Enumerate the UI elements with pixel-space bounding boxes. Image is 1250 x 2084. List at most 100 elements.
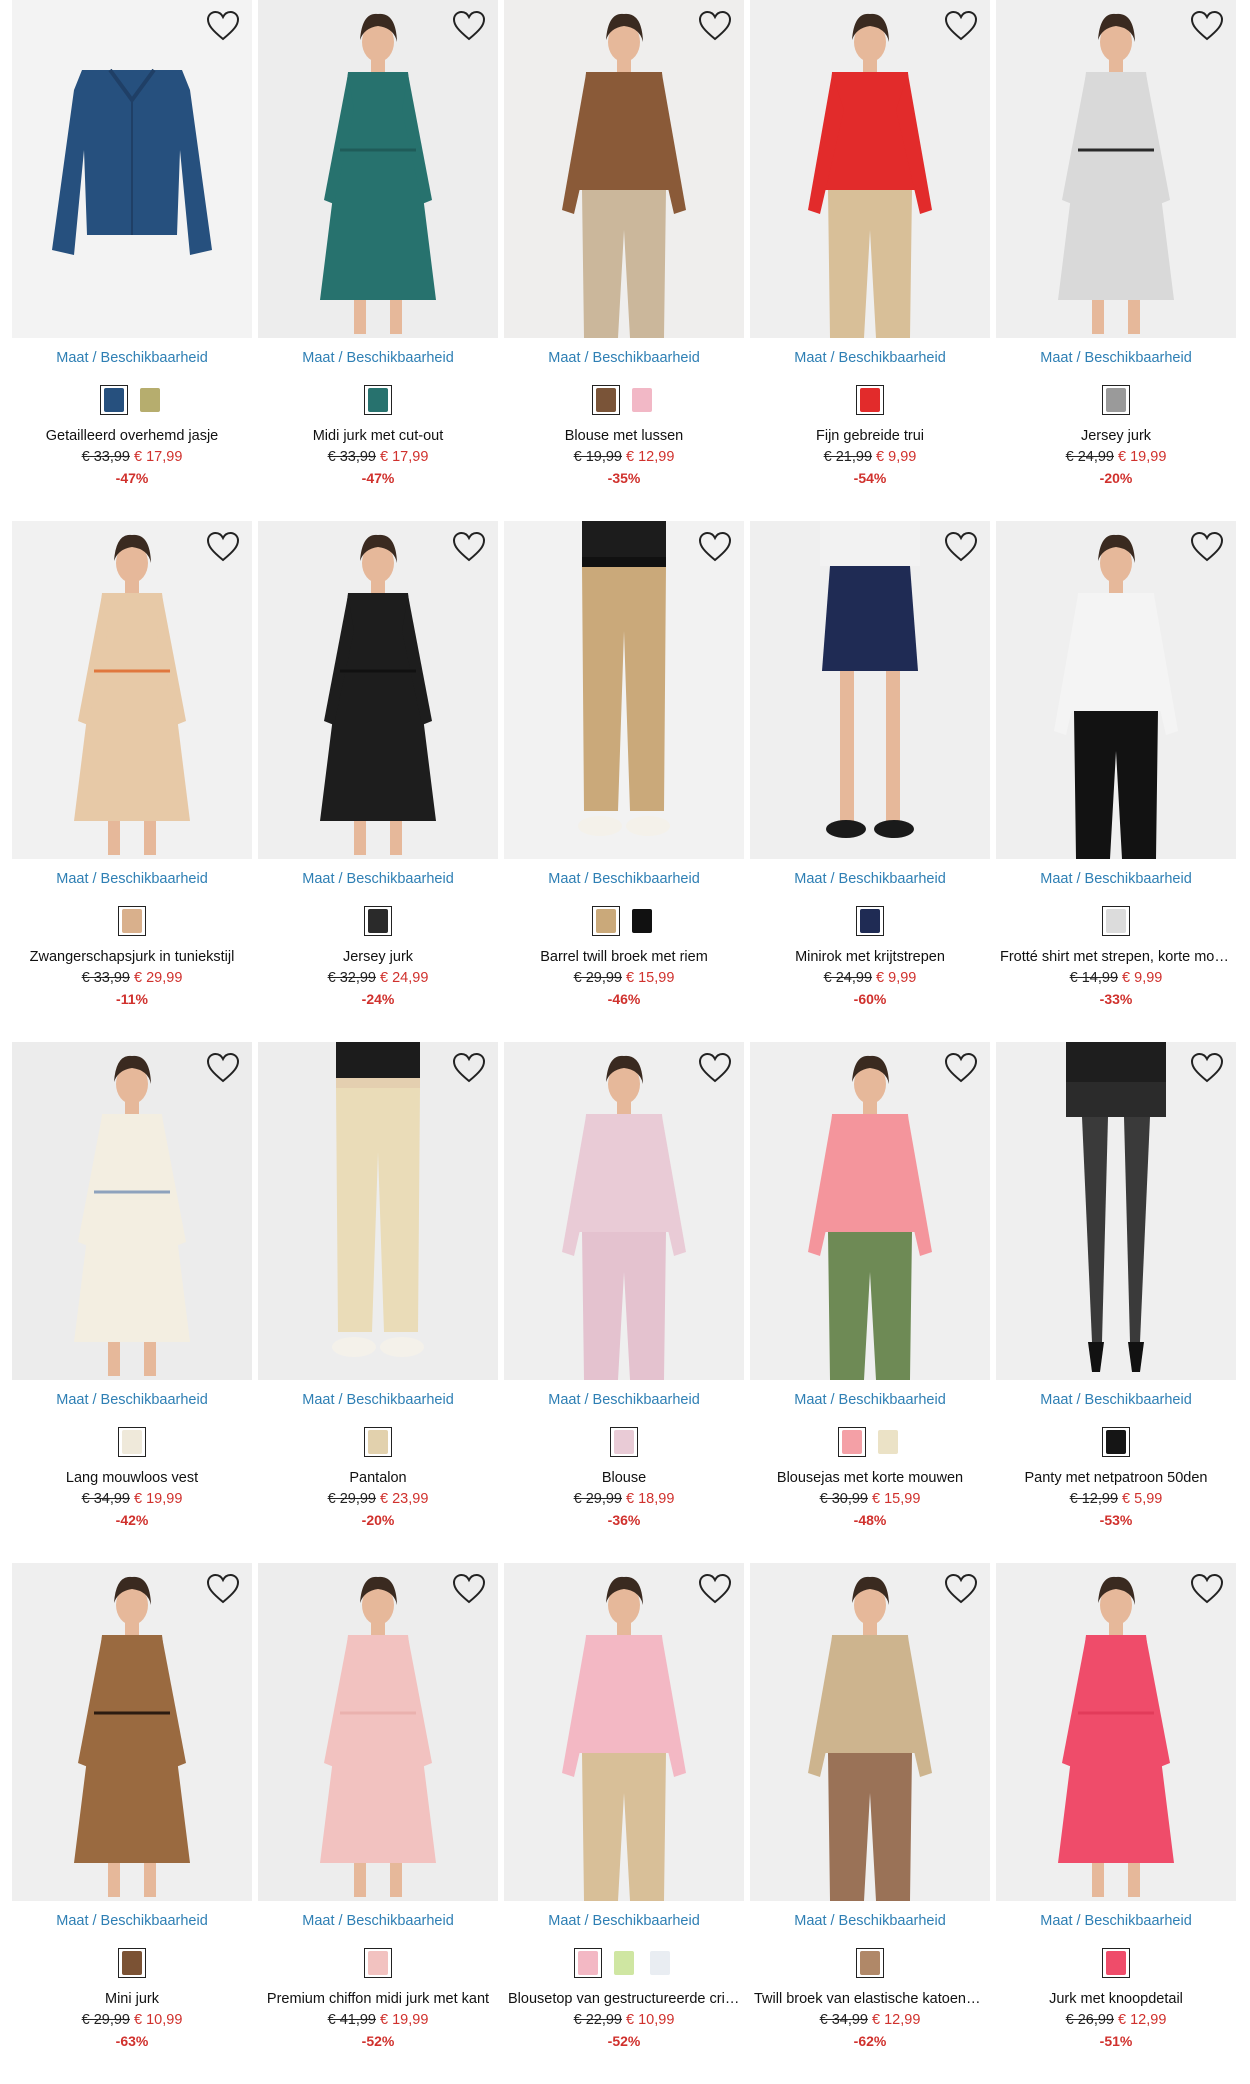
color-swatch[interactable] — [136, 385, 164, 415]
product-image[interactable] — [504, 1042, 744, 1380]
size-availability-link[interactable]: Maat / Beschikbaarheid — [258, 870, 498, 888]
product-card[interactable]: Maat / Beschikbaarheid Midi jurk met cut-… — [258, 0, 498, 521]
product-card[interactable]: Maat / Beschikbaarheid Blouse met lussen €… — [504, 0, 744, 521]
product-image[interactable] — [750, 521, 990, 859]
product-card[interactable]: Maat / Beschikbaarheid Frotté shirt met s… — [996, 521, 1236, 1042]
product-title[interactable]: Minirok met krijtstrepen — [750, 948, 990, 966]
size-availability-link[interactable]: Maat / Beschikbaarheid — [504, 1912, 744, 1930]
product-card[interactable]: Maat / Beschikbaarheid Pantalon € 29,99 € 2… — [258, 1042, 498, 1563]
color-swatch[interactable] — [574, 1948, 602, 1978]
product-title[interactable]: Jersey jurk — [258, 948, 498, 966]
product-image[interactable] — [258, 1042, 498, 1380]
wishlist-heart-icon[interactable] — [698, 10, 732, 42]
product-image[interactable] — [996, 521, 1236, 859]
product-image[interactable] — [258, 1563, 498, 1901]
size-availability-link[interactable]: Maat / Beschikbaarheid — [12, 1912, 252, 1930]
color-swatch[interactable] — [118, 1427, 146, 1457]
color-swatch[interactable] — [364, 1427, 392, 1457]
product-image[interactable] — [996, 0, 1236, 338]
color-swatch[interactable] — [856, 385, 884, 415]
product-card[interactable]: Maat / Beschikbaarheid Jurk met knoopdeta… — [996, 1563, 1236, 2084]
product-image[interactable] — [750, 1563, 990, 1901]
size-availability-link[interactable]: Maat / Beschikbaarheid — [258, 1912, 498, 1930]
wishlist-heart-icon[interactable] — [1190, 1052, 1224, 1084]
color-swatch[interactable] — [1102, 1427, 1130, 1457]
product-card[interactable]: Maat / Beschikbaarheid Fijn gebreide trui… — [750, 0, 990, 521]
wishlist-heart-icon[interactable] — [206, 1573, 240, 1605]
color-swatch[interactable] — [592, 385, 620, 415]
size-availability-link[interactable]: Maat / Beschikbaarheid — [504, 349, 744, 367]
product-image[interactable] — [258, 521, 498, 859]
product-title[interactable]: Blouse met lussen — [504, 427, 744, 445]
wishlist-heart-icon[interactable] — [206, 531, 240, 563]
color-swatch[interactable] — [1102, 906, 1130, 936]
product-title[interactable]: Fijn gebreide trui — [750, 427, 990, 445]
color-swatch[interactable] — [874, 1427, 902, 1457]
color-swatch[interactable] — [628, 385, 656, 415]
product-image[interactable] — [12, 521, 252, 859]
wishlist-heart-icon[interactable] — [452, 1573, 486, 1605]
product-image[interactable] — [504, 521, 744, 859]
product-title[interactable]: Twill broek van elastische katoenmix — [750, 1990, 990, 2008]
wishlist-heart-icon[interactable] — [944, 10, 978, 42]
product-title[interactable]: Mini jurk — [12, 1990, 252, 2008]
product-card[interactable]: Maat / Beschikbaarheid Blouse € 29,99 € 18,… — [504, 1042, 744, 1563]
color-swatch[interactable] — [1102, 1948, 1130, 1978]
product-title[interactable]: Jurk met knoopdetail — [996, 1990, 1236, 2008]
product-image[interactable] — [12, 1042, 252, 1380]
product-title[interactable]: Zwangerschapsjurk in tuniekstijl — [12, 948, 252, 966]
product-card[interactable]: Maat / Beschikbaarheid Blousetop van gest… — [504, 1563, 744, 2084]
product-image[interactable] — [504, 1563, 744, 1901]
color-swatch[interactable] — [628, 906, 656, 936]
product-title[interactable]: Blouse — [504, 1469, 744, 1487]
wishlist-heart-icon[interactable] — [698, 531, 732, 563]
size-availability-link[interactable]: Maat / Beschikbaarheid — [12, 1391, 252, 1409]
color-swatch[interactable] — [100, 385, 128, 415]
size-availability-link[interactable]: Maat / Beschikbaarheid — [504, 1391, 744, 1409]
product-image[interactable] — [750, 0, 990, 338]
size-availability-link[interactable]: Maat / Beschikbaarheid — [750, 349, 990, 367]
color-swatch[interactable] — [1102, 385, 1130, 415]
product-card[interactable]: Maat / Beschikbaarheid Zwangerschapsjurk … — [12, 521, 252, 1042]
size-availability-link[interactable]: Maat / Beschikbaarheid — [258, 349, 498, 367]
product-image[interactable] — [750, 1042, 990, 1380]
color-swatch[interactable] — [592, 906, 620, 936]
product-card[interactable]: Maat / Beschikbaarheid Getailleerd overhe… — [12, 0, 252, 521]
color-swatch[interactable] — [610, 1948, 638, 1978]
product-title[interactable]: Pantalon — [258, 1469, 498, 1487]
size-availability-link[interactable]: Maat / Beschikbaarheid — [996, 1391, 1236, 1409]
product-title[interactable]: Jersey jurk — [996, 427, 1236, 445]
color-swatch[interactable] — [838, 1427, 866, 1457]
wishlist-heart-icon[interactable] — [698, 1052, 732, 1084]
size-availability-link[interactable]: Maat / Beschikbaarheid — [258, 1391, 498, 1409]
wishlist-heart-icon[interactable] — [698, 1573, 732, 1605]
size-availability-link[interactable]: Maat / Beschikbaarheid — [996, 349, 1236, 367]
product-title[interactable]: Blousetop van gestructureerde crinkle — [504, 1990, 744, 2008]
product-card[interactable]: Maat / Beschikbaarheid Premium chiffon mi… — [258, 1563, 498, 2084]
wishlist-heart-icon[interactable] — [206, 1052, 240, 1084]
wishlist-heart-icon[interactable] — [206, 10, 240, 42]
size-availability-link[interactable]: Maat / Beschikbaarheid — [750, 1391, 990, 1409]
product-image[interactable] — [12, 0, 252, 338]
product-title[interactable]: Premium chiffon midi jurk met kant — [258, 1990, 498, 2008]
wishlist-heart-icon[interactable] — [1190, 1573, 1224, 1605]
product-card[interactable]: Maat / Beschikbaarheid Mini jurk € 29,99 € … — [12, 1563, 252, 2084]
product-image[interactable] — [504, 0, 744, 338]
product-image[interactable] — [12, 1563, 252, 1901]
color-swatch[interactable] — [646, 1948, 674, 1978]
wishlist-heart-icon[interactable] — [944, 531, 978, 563]
wishlist-heart-icon[interactable] — [452, 1052, 486, 1084]
product-card[interactable]: Maat / Beschikbaarheid Minirok met krijts… — [750, 521, 990, 1042]
wishlist-heart-icon[interactable] — [1190, 531, 1224, 563]
product-title[interactable]: Lang mouwloos vest — [12, 1469, 252, 1487]
product-card[interactable]: Maat / Beschikbaarheid Jersey jurk € 24,99… — [996, 0, 1236, 521]
color-swatch[interactable] — [856, 906, 884, 936]
product-title[interactable]: Barrel twill broek met riem — [504, 948, 744, 966]
wishlist-heart-icon[interactable] — [944, 1052, 978, 1084]
product-title[interactable]: Midi jurk met cut-out — [258, 427, 498, 445]
size-availability-link[interactable]: Maat / Beschikbaarheid — [12, 870, 252, 888]
product-title[interactable]: Panty met netpatroon 50den — [996, 1469, 1236, 1487]
color-swatch[interactable] — [364, 906, 392, 936]
product-title[interactable]: Getailleerd overhemd jasje — [12, 427, 252, 445]
product-card[interactable]: Maat / Beschikbaarheid Lang mouwloos vest… — [12, 1042, 252, 1563]
